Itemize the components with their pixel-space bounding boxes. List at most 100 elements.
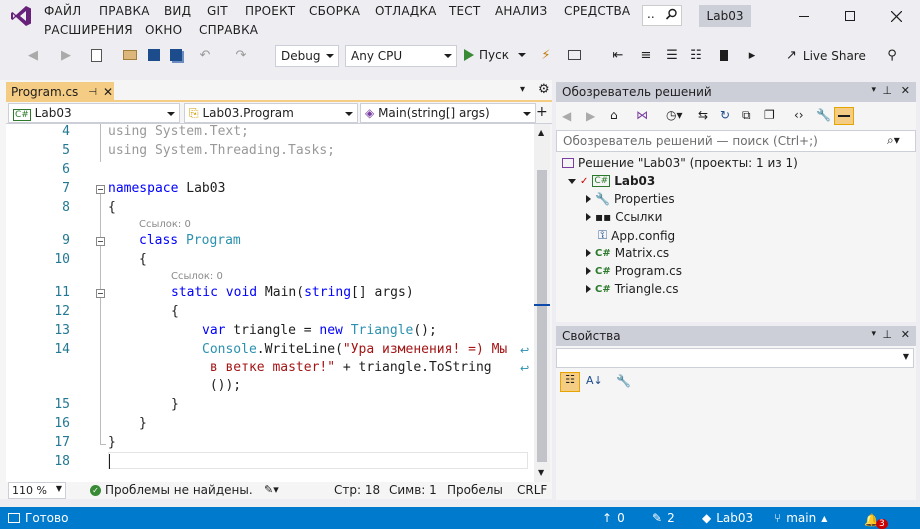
tree-solution[interactable]: Решение "Lab03" (проекты: 1 из 1) — [562, 156, 798, 170]
refresh-icon[interactable]: ↻ — [720, 108, 730, 122]
pin-icon[interactable]: ⊣ — [88, 87, 97, 98]
tree-item-app-config[interactable]: ⚿ App.config — [598, 228, 675, 243]
menu-view[interactable]: ВИД — [164, 4, 191, 18]
save-all-icon[interactable] — [168, 47, 184, 63]
tree-project[interactable]: ✓ C# Lab03 — [568, 174, 655, 188]
whitespace-mode[interactable]: Пробелы — [447, 483, 503, 497]
nav-member-select[interactable]: ◈ Main(string[] args) — [360, 103, 536, 123]
references-hint[interactable]: Ссылок: 0 — [171, 271, 223, 282]
back-icon[interactable]: ◀ — [562, 109, 571, 123]
property-pages-icon[interactable]: 🔧 — [616, 374, 631, 388]
menu-build[interactable]: СБОРКА — [309, 4, 360, 18]
menu-project[interactable]: ПРОЕКТ — [245, 4, 295, 18]
forward-icon[interactable]: ▶ — [586, 109, 595, 123]
menu-extensions[interactable]: РАСШИРЕНИЯ — [44, 23, 133, 37]
bookmark-icon[interactable] — [716, 47, 732, 63]
collapse-all-icon[interactable]: ⧉ — [742, 108, 751, 123]
sync-icon[interactable]: ⇆ — [698, 108, 708, 122]
menu-git[interactable]: GIT — [207, 4, 228, 18]
menu-test[interactable]: ТЕСТ — [449, 4, 480, 18]
status-repository[interactable]: ◆ Lab03 — [702, 511, 753, 525]
menu-analyze[interactable]: АНАЛИЗ — [495, 4, 547, 18]
tree-item-matrix-cs[interactable]: C# Matrix.cs — [586, 246, 669, 260]
object-select[interactable]: ▼ — [556, 348, 914, 368]
status-unpushed[interactable]: ↑ 0 — [602, 511, 625, 525]
live-share-button[interactable]: ↗ Live Share — [786, 48, 866, 63]
undo-icon[interactable]: ↶ — [197, 47, 213, 63]
config-select[interactable]: Debug — [275, 45, 339, 67]
close-window-button[interactable] — [873, 0, 919, 32]
menu-file[interactable]: ФАЙЛ — [44, 4, 81, 18]
comment-icon[interactable]: ☰ — [664, 47, 680, 63]
view-code-icon[interactable]: ‹› — [794, 108, 804, 122]
vs-icon[interactable]: ⋈ — [636, 108, 648, 122]
save-icon[interactable] — [146, 47, 162, 63]
open-folder-icon[interactable] — [122, 47, 138, 63]
notifications-button[interactable]: 🔔 3 — [864, 511, 888, 529]
scrollbar-thumb[interactable] — [537, 170, 547, 462]
screenshot-icon[interactable] — [566, 47, 582, 63]
menu-window[interactable]: ОКНО — [145, 23, 182, 37]
solution-search-input[interactable]: Обозреватель решений — поиск (Ctrl+;) ⌕▾ — [556, 130, 916, 152]
pin-icon[interactable]: ⊥ — [882, 328, 892, 341]
close-icon[interactable]: ✕ — [901, 84, 910, 97]
preview-toggle[interactable] — [834, 107, 854, 125]
indent-icon[interactable]: ≡ — [638, 47, 654, 63]
panel-menu-icon[interactable]: ▾ — [871, 329, 876, 339]
collapse-method-icon[interactable] — [96, 289, 105, 298]
references-hint[interactable]: Ссылок: 0 — [139, 219, 191, 230]
forward-icon[interactable]: ▶ — [58, 47, 74, 63]
platform-select[interactable]: Any CPU — [345, 45, 457, 67]
new-item-icon[interactable] — [88, 47, 104, 63]
show-all-files-icon[interactable]: ❐ — [764, 108, 775, 122]
tree-item-properties[interactable]: 🔧 Properties — [586, 192, 675, 206]
code-editor[interactable]: 4 5 6 7 8 9 10 11 12 13 14 15 16 17 18 u… — [6, 124, 534, 482]
editor-vertical-scrollbar[interactable]: ▲ ▼ — [534, 124, 550, 482]
panel-menu-icon[interactable]: ▾ — [871, 85, 876, 95]
brush-icon[interactable]: ✎▾ — [264, 483, 279, 496]
status-changes[interactable]: ✎ 2 — [652, 511, 675, 525]
line-ending[interactable]: CRLF — [517, 483, 547, 497]
tree-item-triangle-cs[interactable]: C# Triangle.cs — [586, 282, 679, 296]
alphabetical-icon[interactable]: A↓ — [586, 374, 603, 387]
menu-help[interactable]: СПРАВКА — [199, 23, 258, 37]
gear-icon[interactable]: ⚙ — [538, 82, 550, 97]
align-icon[interactable]: ⇤ — [610, 47, 626, 63]
scroll-up-icon[interactable]: ▲ — [538, 128, 544, 137]
back-icon[interactable]: ◀ — [25, 47, 41, 63]
categorized-icon[interactable]: ☷ — [560, 372, 580, 392]
nav-class-select[interactable]: ⎘ Lab03.Program — [184, 103, 358, 123]
scroll-down-icon[interactable]: ▼ — [538, 468, 544, 477]
redo-icon[interactable]: ↷ — [233, 47, 249, 63]
close-icon[interactable]: ✕ — [901, 328, 910, 341]
tab-program-cs[interactable]: Program.cs ⊣ ✕ — [6, 82, 114, 102]
line-position[interactable]: Стр: 18 — [334, 483, 380, 497]
hot-reload-icon[interactable]: ⚡ — [538, 47, 554, 63]
status-branch[interactable]: ⑂ main ▲ — [774, 511, 827, 525]
maximize-button[interactable] — [827, 0, 873, 32]
tree-item-program-cs[interactable]: C# Program.cs — [586, 264, 682, 278]
nav-project-select[interactable]: C# Lab03 — [8, 103, 180, 123]
vs-logo-icon[interactable] — [10, 5, 32, 27]
collapse-namespace-icon[interactable] — [96, 185, 105, 194]
tab-overflow-icon[interactable]: ▾ — [520, 84, 525, 95]
collapse-class-icon[interactable] — [96, 237, 105, 246]
wrench-icon[interactable]: 🔧 — [816, 108, 831, 122]
menu-debug[interactable]: ОТЛАДКА — [375, 4, 437, 18]
close-tab-icon[interactable]: ✕ — [103, 85, 113, 99]
uncomment-icon[interactable]: ☷ — [688, 47, 704, 63]
minimize-button[interactable] — [781, 0, 827, 32]
problems-indicator[interactable]: ✓ Проблемы не найдены. — [90, 483, 253, 497]
run-button[interactable]: Пуск — [464, 48, 526, 62]
zoom-select[interactable]: 110 % ▼ — [8, 482, 66, 499]
bookmark-next-icon[interactable]: ▸ — [744, 47, 760, 63]
menu-edit[interactable]: ПРАВКА — [99, 4, 150, 18]
menu-tools[interactable]: СРЕДСТВА — [564, 4, 630, 18]
search-input[interactable]: .. — [642, 5, 682, 26]
tree-item-references[interactable]: ▪▪ Ссылки — [586, 210, 662, 224]
split-editor-icon[interactable]: + — [536, 104, 548, 120]
history-icon[interactable]: ◷▾ — [666, 108, 683, 122]
pin-icon[interactable]: ⊥ — [882, 84, 892, 97]
column-position[interactable]: Симв: 1 — [389, 483, 437, 497]
feedback-icon[interactable]: ⚲ — [884, 47, 900, 63]
